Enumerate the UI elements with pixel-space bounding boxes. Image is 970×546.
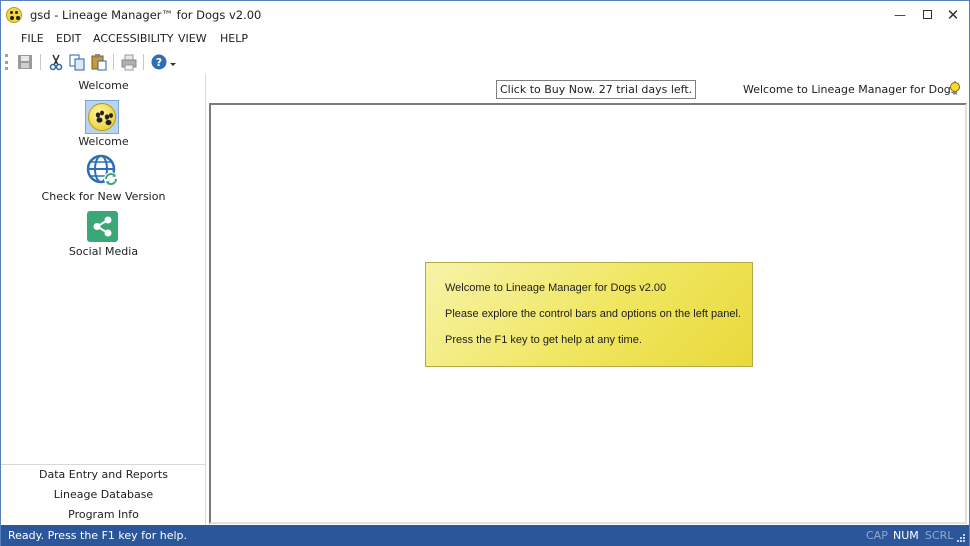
close-button[interactable]: ✕ (939, 1, 967, 29)
menu-view[interactable]: VIEW (178, 32, 207, 45)
menu-file[interactable]: FILE (21, 32, 44, 45)
paw-icon[interactable] (6, 7, 22, 23)
resize-grip-icon[interactable] (956, 533, 966, 543)
paw-icon (88, 103, 116, 131)
status-bar: Ready. Press the F1 key for help. CAP NU… (1, 525, 969, 546)
nav-lineage-database[interactable]: Lineage Database (1, 488, 206, 501)
svg-text:?: ? (156, 56, 162, 69)
note-line-1: Welcome to Lineage Manager for Dogs v2.0… (445, 282, 667, 294)
buy-now-banner[interactable]: Click to Buy Now. 27 trial days left. (496, 80, 697, 99)
content-header: Welcome to Lineage Manager for Dogs (743, 83, 957, 96)
title-bar: gsd - Lineage Manager™ for Dogs v2.00 — … (1, 1, 969, 29)
minimize-button[interactable]: — (886, 1, 914, 29)
note-line-2: Please explore the control bars and opti… (445, 308, 741, 320)
share-icon[interactable] (87, 211, 118, 242)
scrl-indicator: SCRL (925, 529, 954, 542)
welcome-label[interactable]: Welcome (1, 135, 206, 148)
toolbar-grip[interactable] (5, 54, 8, 70)
content-area: Welcome to Lineage Manager for Dogs v2.0… (209, 103, 967, 524)
nav-data-entry-reports[interactable]: Data Entry and Reports (1, 468, 206, 481)
window-title: gsd - Lineage Manager™ for Dogs v2.00 (30, 8, 262, 22)
welcome-note: Welcome to Lineage Manager for Dogs v2.0… (425, 262, 753, 367)
menu-bar: FILE EDIT ACCESSIBILITY VIEW HELP (1, 29, 969, 49)
status-text: Ready. Press the F1 key for help. (8, 529, 188, 542)
cut-icon[interactable] (47, 53, 65, 71)
check-new-version-label[interactable]: Check for New Version (1, 190, 206, 203)
left-panel-divider (1, 464, 206, 465)
note-line-3: Press the F1 key to get help at any time… (445, 334, 642, 346)
help-icon[interactable]: ? (150, 53, 168, 71)
left-panel: Welcome Welcome Check for New Version So… (1, 74, 206, 525)
menu-accessibility[interactable]: ACCESSIBILITY (93, 32, 173, 45)
help-dropdown-icon[interactable] (169, 58, 177, 66)
copy-icon[interactable] (68, 53, 86, 71)
toolbar: ? (1, 50, 969, 74)
paste-icon[interactable] (90, 53, 108, 71)
globe-refresh-icon[interactable] (86, 154, 120, 188)
save-icon[interactable] (16, 53, 34, 71)
cap-indicator: CAP (866, 529, 888, 542)
app-window: gsd - Lineage Manager™ for Dogs v2.00 — … (0, 0, 970, 546)
menu-edit[interactable]: EDIT (56, 32, 81, 45)
lightbulb-icon (948, 81, 962, 97)
social-media-label[interactable]: Social Media (1, 245, 206, 258)
welcome-item[interactable] (85, 100, 119, 134)
menu-help[interactable]: HELP (220, 32, 248, 45)
maximize-button[interactable] (913, 1, 941, 29)
num-indicator: NUM (893, 529, 919, 542)
print-icon[interactable] (120, 53, 138, 71)
nav-program-info[interactable]: Program Info (1, 508, 206, 521)
left-panel-header: Welcome (78, 79, 129, 92)
